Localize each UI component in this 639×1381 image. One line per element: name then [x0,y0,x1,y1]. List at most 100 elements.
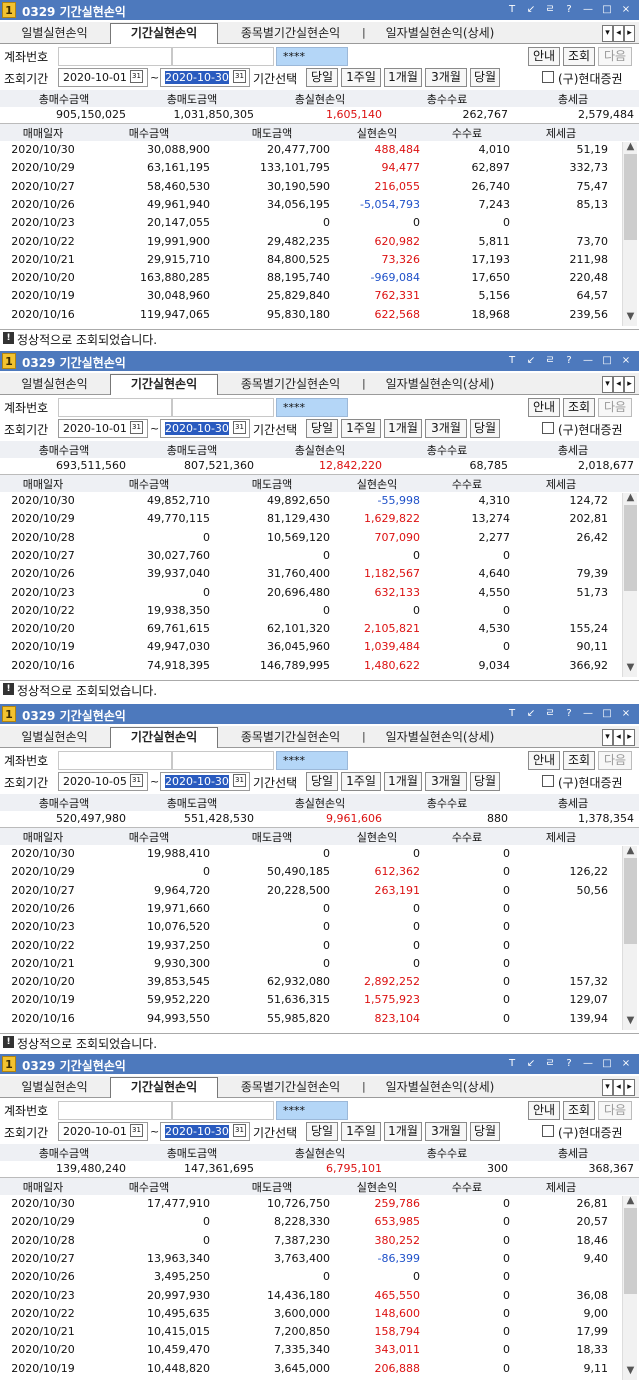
prev-icon[interactable]: ◂ [613,1079,624,1096]
period-button-3[interactable]: 1개월 [384,68,422,87]
scroll-up-icon[interactable]: ▲ [623,491,638,505]
calendar-icon[interactable]: 31 [233,1124,246,1137]
link-icon[interactable]: ㄹ [543,1056,557,1071]
close-icon[interactable]: × [619,1056,633,1071]
period-button-5[interactable]: 당월 [470,68,500,87]
table-row[interactable]: 2020/10/30 49,852,710 49,892,650 -55,998 4,3… [0,493,639,510]
table-row[interactable]: 2020/10/29 0 50,490,185 612,362 0 126,22 [0,864,639,881]
scroll-thumb[interactable] [624,154,637,240]
table-row[interactable]: 2020/10/27 9,964,720 20,228,500 263,191 0 50,… [0,883,639,900]
next-icon[interactable]: ▸ [624,1079,635,1096]
tab-3[interactable]: 종목별기간실현손익 [219,24,362,43]
period-button-2[interactable]: 1주일 [341,419,381,438]
maximize-icon[interactable]: □ [600,353,614,368]
tab-2[interactable]: 기간실현손익 [110,727,218,748]
close-icon[interactable]: × [619,706,633,721]
text-icon[interactable]: T [505,2,519,17]
calendar-icon[interactable]: 31 [233,421,246,434]
prev-icon[interactable]: ◂ [613,376,624,393]
table-row[interactable]: 2020/10/20 39,853,545 62,932,080 2,892,252 0… [0,974,639,991]
table-row[interactable]: 2020/10/16 74,918,395 146,789,995 1,480,622… [0,658,639,675]
text-icon[interactable]: T [505,353,519,368]
period-button-1[interactable]: 당일 [306,419,338,438]
table-row[interactable]: 2020/10/26 39,937,040 31,760,400 1,182,567 4… [0,566,639,583]
period-button-4[interactable]: 3개월 [425,772,467,791]
info-button[interactable]: 안내 [528,47,560,66]
table-row[interactable]: 2020/10/23 20,147,055 0 0 0 [0,215,639,232]
tab-1[interactable]: 일별실현손익 [3,1078,106,1097]
table-row[interactable]: 2020/10/27 30,027,760 0 0 0 [0,548,639,565]
period-button-4[interactable]: 3개월 [425,419,467,438]
arrow-icon[interactable]: ↙ [524,2,538,17]
period-button-1[interactable]: 당일 [306,68,338,87]
query-button[interactable]: 조회 [563,1101,595,1120]
query-button[interactable]: 조회 [563,751,595,770]
table-row[interactable]: 2020/10/28 0 10,569,120 707,090 2,277 26,42 [0,530,639,547]
scrollbar[interactable]: ▲ ▼ [622,844,638,1030]
dropdown-icon[interactable]: ▾ [602,25,613,42]
scrollbar[interactable]: ▲ ▼ [622,140,638,326]
next-button[interactable]: 다음 [598,47,632,66]
calendar-icon[interactable]: 31 [130,1124,143,1137]
next-button[interactable]: 다음 [598,1101,632,1120]
scroll-up-icon[interactable]: ▲ [623,844,638,858]
table-row[interactable]: 2020/10/26 49,961,940 34,056,195 -5,054,793… [0,197,639,214]
maximize-icon[interactable]: □ [600,706,614,721]
minimize-icon[interactable]: — [581,706,595,721]
info-button[interactable]: 안내 [528,1101,560,1120]
period-button-5[interactable]: 당월 [470,1122,500,1141]
link-icon[interactable]: ㄹ [543,2,557,17]
account-number-field[interactable] [58,47,172,66]
table-row[interactable]: 2020/10/16 94,993,550 55,985,820 823,104 0 13… [0,1011,639,1028]
info-button[interactable]: 안내 [528,751,560,770]
table-row[interactable]: 2020/10/27 58,460,530 30,190,590 216,055 26,… [0,179,639,196]
maximize-icon[interactable]: □ [600,2,614,17]
scroll-up-icon[interactable]: ▲ [623,1194,638,1208]
table-row[interactable]: 2020/10/29 0 8,228,330 653,985 0 20,57 [0,1214,639,1231]
calendar-icon[interactable]: 31 [233,774,246,787]
close-icon[interactable]: × [619,2,633,17]
scroll-down-icon[interactable]: ▼ [623,310,638,324]
table-row[interactable]: 2020/10/20 163,880,285 88,195,740 -969,084 1… [0,270,639,287]
calendar-icon[interactable]: 31 [130,421,143,434]
period-button-2[interactable]: 1주일 [341,68,381,87]
calendar-icon[interactable]: 31 [130,70,143,83]
table-row[interactable]: 2020/10/29 63,161,195 133,101,795 94,477 62,… [0,160,639,177]
scroll-up-icon[interactable]: ▲ [623,140,638,154]
scroll-down-icon[interactable]: ▼ [623,1364,638,1378]
table-row[interactable]: 2020/10/23 10,076,520 0 0 0 [0,919,639,936]
period-button-1[interactable]: 당일 [306,1122,338,1141]
text-icon[interactable]: T [505,1056,519,1071]
scrollbar[interactable]: ▲ ▼ [622,491,638,677]
next-button[interactable]: 다음 [598,751,632,770]
close-icon[interactable]: × [619,353,633,368]
tab-2[interactable]: 기간실현손익 [110,1077,218,1098]
arrow-icon[interactable]: ↙ [524,706,538,721]
prev-icon[interactable]: ◂ [613,25,624,42]
scroll-down-icon[interactable]: ▼ [623,661,638,675]
table-row[interactable]: 2020/10/22 19,991,900 29,482,235 620,982 5,8… [0,234,639,251]
calendar-icon[interactable]: 31 [130,774,143,787]
period-button-1[interactable]: 당일 [306,772,338,791]
title-bar[interactable]: 1 0329 기간실현손익 T ↙ ㄹ? — □ × [0,1054,639,1074]
table-row[interactable]: 2020/10/21 29,915,710 84,800,525 73,326 17,1… [0,252,639,269]
table-row[interactable]: 2020/10/19 10,448,820 3,645,000 206,888 0 9,1… [0,1361,639,1378]
table-row[interactable]: 2020/10/22 19,937,250 0 0 0 [0,938,639,955]
tab-4[interactable]: 일자별실현손익(상세) [370,24,510,43]
table-row[interactable]: 2020/10/20 69,761,615 62,101,320 2,105,821 4… [0,621,639,638]
table-row[interactable]: 2020/10/23 20,997,930 14,436,180 465,550 0 36… [0,1288,639,1305]
dropdown-icon[interactable]: ▾ [602,729,613,746]
period-button-3[interactable]: 1개월 [384,419,422,438]
period-button-3[interactable]: 1개월 [384,1122,422,1141]
link-icon[interactable]: ㄹ [543,706,557,721]
scrollbar[interactable]: ▲ ▼ [622,1194,638,1380]
broker-checkbox[interactable] [542,1125,554,1137]
query-button[interactable]: 조회 [563,398,595,417]
table-row[interactable]: 2020/10/21 9,930,300 0 0 0 [0,956,639,973]
broker-checkbox[interactable] [542,422,554,434]
dropdown-icon[interactable]: ▾ [602,376,613,393]
query-button[interactable]: 조회 [563,47,595,66]
scroll-thumb[interactable] [624,1208,637,1294]
account-number-field[interactable] [58,1101,172,1120]
next-icon[interactable]: ▸ [624,729,635,746]
